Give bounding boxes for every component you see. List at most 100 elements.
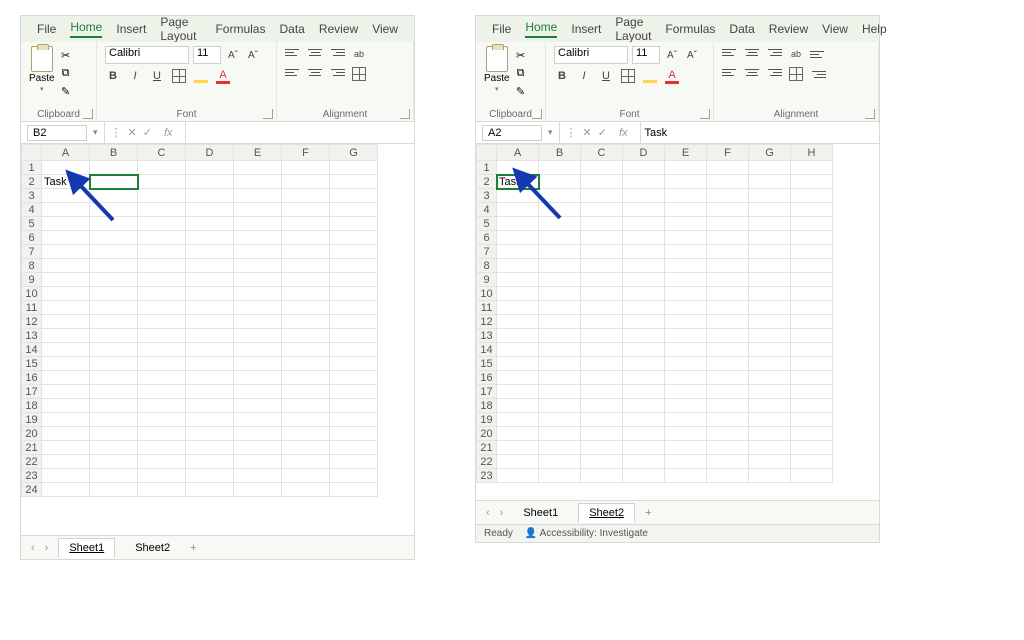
fill-color-button[interactable] (642, 68, 658, 84)
row-header[interactable]: 19 (477, 413, 497, 427)
cell-D2[interactable] (186, 175, 234, 189)
cell-F7[interactable] (282, 245, 330, 259)
cell-D18[interactable] (623, 399, 665, 413)
copy-button[interactable]: ⧉ (59, 66, 73, 80)
cell-A21[interactable] (497, 441, 539, 455)
cell-F21[interactable] (707, 441, 749, 455)
cell-E11[interactable] (234, 301, 282, 315)
cell-C13[interactable] (581, 329, 623, 343)
cell-C3[interactable] (138, 189, 186, 203)
tab-sheet1[interactable]: Sheet1 (513, 504, 568, 522)
cell-E18[interactable] (234, 399, 282, 413)
cell-F11[interactable] (282, 301, 330, 315)
cell-G15[interactable] (749, 357, 791, 371)
cell-G19[interactable] (749, 413, 791, 427)
row-header[interactable]: 20 (477, 427, 497, 441)
cell-A1[interactable] (497, 161, 539, 175)
cell-F9[interactable] (707, 273, 749, 287)
row-header[interactable]: 12 (477, 315, 497, 329)
row-header[interactable]: 9 (477, 273, 497, 287)
align-left-button[interactable] (722, 66, 738, 78)
cell-A11[interactable] (42, 301, 90, 315)
cell-C3[interactable] (581, 189, 623, 203)
col-header[interactable]: D (186, 145, 234, 161)
bold-button[interactable]: B (554, 68, 570, 84)
menu-home[interactable]: Home (70, 20, 102, 38)
row-header[interactable]: 13 (22, 329, 42, 343)
cell-D3[interactable] (186, 189, 234, 203)
cell-B13[interactable] (539, 329, 581, 343)
cell-A8[interactable] (42, 259, 90, 273)
cell-G6[interactable] (330, 231, 378, 245)
align-bottom-button[interactable] (766, 46, 782, 58)
cell-F14[interactable] (707, 343, 749, 357)
cell-F1[interactable] (282, 161, 330, 175)
row-header[interactable]: 23 (22, 469, 42, 483)
cell-D24[interactable] (186, 483, 234, 497)
row-header[interactable]: 2 (477, 175, 497, 189)
dialog-launcher-icon[interactable] (700, 109, 710, 119)
cell-A11[interactable] (497, 301, 539, 315)
cell-B6[interactable] (90, 231, 138, 245)
cell-G20[interactable] (749, 427, 791, 441)
merge-button[interactable] (788, 66, 804, 82)
cell-B2[interactable] (539, 175, 581, 189)
cell-D16[interactable] (623, 371, 665, 385)
row-header[interactable]: 1 (22, 161, 42, 175)
col-header[interactable]: F (707, 145, 749, 161)
row-header[interactable]: 11 (22, 301, 42, 315)
cell-A14[interactable] (497, 343, 539, 357)
cell-A16[interactable] (497, 371, 539, 385)
font-size-select[interactable]: 11 (193, 46, 221, 64)
row-header[interactable]: 8 (22, 259, 42, 273)
row-header[interactable]: 20 (22, 427, 42, 441)
cell-E16[interactable] (234, 371, 282, 385)
cell-F5[interactable] (282, 217, 330, 231)
menu-home[interactable]: Home (525, 20, 557, 38)
row-header[interactable]: 21 (477, 441, 497, 455)
cell-A17[interactable] (42, 385, 90, 399)
cell-E7[interactable] (665, 245, 707, 259)
row-header[interactable]: 23 (477, 469, 497, 483)
cell-G23[interactable] (330, 469, 378, 483)
cell-B20[interactable] (90, 427, 138, 441)
row-header[interactable]: 8 (477, 259, 497, 273)
cell-F3[interactable] (707, 189, 749, 203)
format-painter-button[interactable]: ✎ (514, 84, 528, 98)
cell-A18[interactable] (42, 399, 90, 413)
chevron-down-icon[interactable]: ▾ (93, 127, 104, 138)
cell-B4[interactable] (90, 203, 138, 217)
col-header[interactable]: E (665, 145, 707, 161)
cell-E10[interactable] (234, 287, 282, 301)
cell-D15[interactable] (623, 357, 665, 371)
cell-H16[interactable] (791, 371, 833, 385)
font-name-select[interactable]: Calibri (554, 46, 628, 64)
cell-A23[interactable] (497, 469, 539, 483)
cell-G23[interactable] (749, 469, 791, 483)
col-header[interactable]: G (330, 145, 378, 161)
cell-C1[interactable] (581, 161, 623, 175)
cell-D22[interactable] (623, 455, 665, 469)
cell-B7[interactable] (90, 245, 138, 259)
menu-help[interactable]: Help (862, 22, 887, 36)
cell-B14[interactable] (539, 343, 581, 357)
cell-A10[interactable] (42, 287, 90, 301)
cell-F22[interactable] (282, 455, 330, 469)
more-icon[interactable]: ⋮ (111, 126, 122, 139)
cell-A14[interactable] (42, 343, 90, 357)
cell-F23[interactable] (282, 469, 330, 483)
menu-page-layout[interactable]: Page Layout (160, 15, 201, 43)
cell-B18[interactable] (539, 399, 581, 413)
cell-C9[interactable] (138, 273, 186, 287)
cell-E14[interactable] (234, 343, 282, 357)
row-header[interactable]: 24 (22, 483, 42, 497)
cell-G19[interactable] (330, 413, 378, 427)
formula-input[interactable]: Task (641, 127, 668, 139)
cell-A12[interactable] (42, 315, 90, 329)
cell-C7[interactable] (581, 245, 623, 259)
cell-C8[interactable] (581, 259, 623, 273)
cell-B9[interactable] (539, 273, 581, 287)
cell-C16[interactable] (138, 371, 186, 385)
cell-A13[interactable] (497, 329, 539, 343)
tab-nav-next[interactable]: › (500, 507, 504, 519)
